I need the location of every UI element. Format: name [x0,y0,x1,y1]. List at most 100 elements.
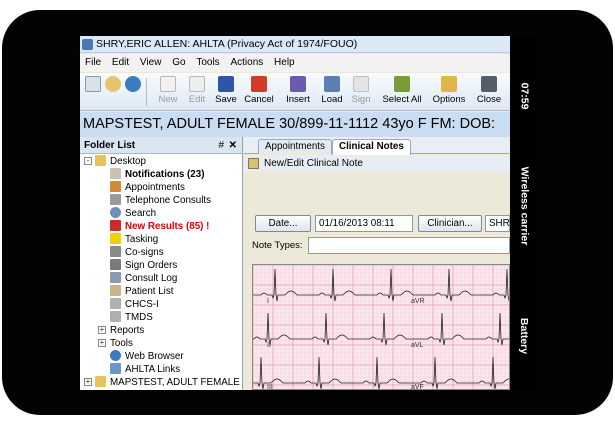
date-field[interactable]: 01/16/2013 08:11 [315,215,413,232]
menu-go[interactable]: Go [169,54,188,72]
options-icon [441,76,457,92]
clinician-field[interactable]: SHRY [485,215,510,232]
collapse-desktop-toggle[interactable]: - [84,157,92,165]
menu-file[interactable]: File [82,54,104,72]
note-header-title: New/Edit Clinical Note [264,158,363,169]
search-button[interactable] [104,75,122,109]
status-battery: Battery [518,317,530,355]
expand-tools-toggle[interactable]: + [98,339,106,347]
app-icon [82,39,93,50]
tree-item-patient-list[interactable]: Patient List [110,285,173,298]
tree-item-tasking[interactable]: Tasking [110,233,158,246]
tree-item-consult-log[interactable]: Consult Log [110,272,177,285]
tree-item-notifications[interactable]: Notifications (23) [110,168,204,181]
cancel-button[interactable]: Cancel [242,75,276,109]
results-icon [110,220,121,231]
ecg-lead-label: aVF [411,384,424,390]
toolbar: New Edit Save Cancel Insert Load Sign Se… [80,73,510,111]
clinician-button[interactable]: Clinician... [418,215,482,232]
select-all-icon [394,76,410,92]
tree-item-co-signs[interactable]: Co-signs [110,246,164,259]
warning-icon [110,233,121,244]
folder-list-title: Folder List [84,140,136,151]
folder-list-header: Folder List # ✕ [80,137,242,154]
app-window: SHRY,ERIC ALLEN: AHLTA (Privacy Act of 1… [80,36,510,390]
globe-icon [110,350,121,361]
refresh-icon [85,76,101,92]
refresh-button[interactable] [84,75,102,109]
menu-help[interactable]: Help [271,54,298,72]
save-button[interactable]: Save [212,75,240,109]
tree-item-appointments[interactable]: Appointments [110,181,185,194]
folder-icon [95,155,106,166]
close-pane-icon[interactable]: ✕ [229,137,237,154]
ecg-image: IaVR II aVL III aVF [252,264,510,390]
pin-icon[interactable]: # [218,137,224,154]
tree-item-telephone-consults[interactable]: Telephone Consults [110,194,211,207]
tree-item-sign-orders[interactable]: Sign Orders [110,259,177,272]
close-button[interactable]: Close [474,75,504,109]
signature-icon [353,76,369,92]
link-icon [110,363,121,374]
load-icon [324,76,340,92]
options-button[interactable]: Options [429,75,469,109]
folder-icon [95,376,106,387]
clinical-note-pane: Appointments Clinical Notes New/Edit Cli… [244,137,510,390]
tree-item-ahlta-links[interactable]: AHLTA Links [110,363,180,376]
date-button[interactable]: Date... [255,215,311,232]
note-icon [248,158,259,169]
tree-item-search[interactable]: Search [110,207,156,220]
expand-patient-toggle[interactable]: + [84,378,92,386]
toolbar-separator [146,78,147,106]
expand-reports-toggle[interactable]: + [98,326,106,334]
module-tabs: Appointments Clinical Notes [244,137,510,155]
menu-edit[interactable]: Edit [109,54,132,72]
ecg-lead-label: III [267,384,273,390]
patient-banner: MAPSTEST, ADULT FEMALE 30/899-11-1112 43… [80,112,510,137]
tree-item-new-results[interactable]: New Results (85) ! [110,220,209,233]
tree-item-reports[interactable]: Reports [110,324,144,337]
globe-icon [125,76,141,92]
floppy-disk-icon [218,76,234,92]
tab-appointments[interactable]: Appointments [258,139,332,154]
close-window-icon [481,76,497,92]
folder-list-pane: Folder List # ✕ - Desktop Notifications … [80,137,243,390]
tree-item-desktop[interactable]: Desktop [95,155,146,168]
ecg-lead-label: aVR [411,298,425,305]
patient-list-icon [110,285,121,296]
telephone-icon [110,194,121,205]
cosign-icon [110,246,121,257]
note-types-field[interactable] [308,237,510,254]
load-button[interactable]: Load [318,75,346,109]
menu-actions[interactable]: Actions [227,54,266,72]
consult-log-icon [110,272,121,283]
magnifier-icon [105,76,121,92]
appointment-icon [110,181,121,192]
new-doc-icon [160,76,176,92]
ecg-lead-label: aVL [411,342,424,349]
ecg-lead-label: I [267,298,269,305]
phone-status-bar: 07:59 Wireless carrier Battery [511,36,537,390]
sign-orders-icon [110,259,121,270]
note-types-label: Note Types: [252,240,303,251]
tree-item-chcs-i[interactable]: CHCS-I [110,298,159,311]
tree-item-tools[interactable]: Tools [110,337,133,350]
status-time: 07:59 [518,82,531,110]
note-header: New/Edit Clinical Note [244,155,510,172]
tree-item-tmds[interactable]: TMDS [110,311,153,324]
edit-button[interactable]: Edit [183,75,211,109]
new-button[interactable]: New [153,75,183,109]
tree-item-patient-folder[interactable]: MAPSTEST, ADULT FEMALE [95,376,240,389]
globe-button[interactable] [124,75,142,109]
cancel-icon [251,76,267,92]
menu-tools[interactable]: Tools [193,54,222,72]
document-icon [110,311,121,322]
menu-view[interactable]: View [137,54,165,72]
insert-button[interactable]: Insert [282,75,314,109]
tab-clinical-notes[interactable]: Clinical Notes [332,139,411,155]
status-carrier: Wireless carrier [518,166,530,246]
tree-item-web-browser[interactable]: Web Browser [110,350,184,363]
select-all-button[interactable]: Select All [380,75,424,109]
insert-icon [290,76,306,92]
sign-button[interactable]: Sign [348,75,374,109]
